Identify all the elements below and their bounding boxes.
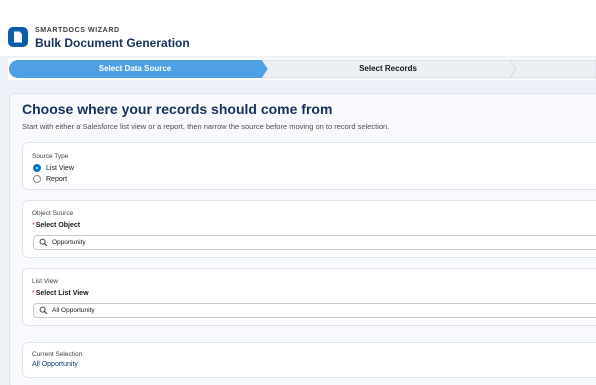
current-selection-label: Current Selection	[32, 351, 83, 358]
select-object-label: *Select Object	[32, 222, 80, 229]
list-view-section: List View *Select List View All Opportun…	[22, 268, 596, 326]
radio-unchecked-icon[interactable]	[33, 175, 41, 183]
required-marker: *	[32, 290, 35, 297]
source-type-section: Source Type List View Report	[22, 142, 596, 190]
list-view-lookup-input[interactable]: All Opportunity	[33, 303, 596, 318]
object-lookup-value: Opportunity	[52, 239, 86, 246]
search-icon	[39, 238, 48, 247]
app-header: SMARTDOCS WIZARD Bulk Document Generatio…	[0, 0, 596, 56]
required-marker: *	[32, 222, 35, 229]
select-object-text: Select Object	[35, 222, 81, 229]
current-selection-value: All Opportunity	[32, 361, 78, 368]
radio-label: Report	[46, 175, 68, 183]
path-step-select-records[interactable]: Select Records	[266, 64, 510, 73]
app-eyebrow: SMARTDOCS WIZARD	[35, 27, 120, 34]
radio-label: List View	[46, 164, 74, 172]
radio-checked-icon[interactable]	[33, 164, 41, 172]
list-view-lookup-value: All Opportunity	[52, 307, 95, 314]
radio-list-view[interactable]: List View	[33, 164, 74, 172]
radio-report[interactable]: Report	[33, 175, 67, 183]
progress-path: Select Data Source Select Records	[8, 58, 596, 80]
page-title: Bulk Document Generation	[35, 36, 190, 50]
object-source-label: Object Source	[32, 210, 74, 217]
search-icon	[39, 306, 48, 315]
object-lookup-input[interactable]: Opportunity	[33, 235, 596, 250]
path-step-select-data-source[interactable]: Select Data Source	[8, 64, 262, 73]
section-title: Choose where your records should come fr…	[22, 101, 333, 117]
object-source-section: Object Source *Select Object Opportunity	[22, 200, 596, 258]
document-icon	[8, 27, 28, 47]
select-list-view-label: *Select List View	[32, 290, 89, 297]
path-step-next-shape	[509, 59, 596, 79]
select-list-view-text: Select List View	[35, 290, 89, 297]
section-subtitle: Start with either a Salesforce list view…	[22, 122, 390, 131]
list-view-label: List View	[32, 278, 58, 285]
current-selection-section: Current Selection All Opportunity	[22, 342, 596, 378]
source-type-label: Source Type	[32, 153, 69, 160]
